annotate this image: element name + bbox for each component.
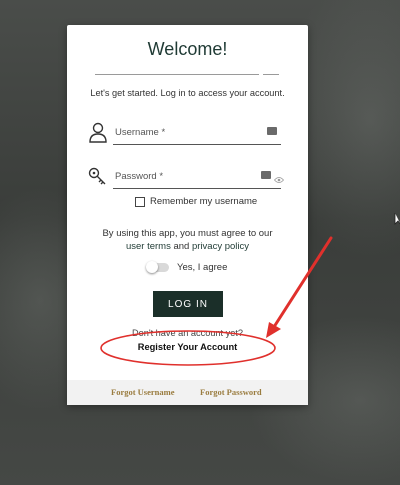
login-subtitle: Let's get started. Log in to access your… <box>90 88 285 98</box>
agree-toggle-knob[interactable] <box>146 261 158 273</box>
and-text: and <box>173 241 190 252</box>
privacy-policy-link[interactable]: privacy policy <box>192 241 249 252</box>
page-title: Welcome! <box>147 39 228 59</box>
login-card: Welcome! Let's get started. Log in to ac… <box>67 25 308 405</box>
password-placeholder: Password * <box>115 171 164 182</box>
eye-icon[interactable] <box>273 171 285 183</box>
agree-prefix: By using this app, you must agree to our <box>102 228 273 239</box>
username-placeholder: Username * <box>115 127 166 138</box>
key-icon <box>87 165 109 189</box>
user-icon <box>87 121 109 145</box>
username-field: Username * <box>87 121 283 147</box>
terms-agreement-text: By using this app, you must agree to our… <box>67 227 308 253</box>
remember-checkbox[interactable] <box>135 197 145 207</box>
login-button[interactable]: LOG IN <box>153 291 223 317</box>
card-footer: Forgot Username Forgot Password <box>67 380 308 405</box>
agree-toggle-label: Yes, I agree <box>177 262 228 273</box>
password-field: Password * <box>87 165 285 191</box>
user-terms-link[interactable]: user terms <box>126 241 171 252</box>
forgot-username-link[interactable]: Forgot Username <box>111 387 175 397</box>
mouse-cursor-icon <box>394 213 400 225</box>
username-input[interactable]: Username * <box>113 121 281 145</box>
no-account-text: Don't have an account yet? <box>131 328 244 338</box>
title-divider <box>95 74 259 75</box>
remember-label: Remember my username <box>150 196 258 207</box>
register-account-link[interactable]: Register Your Account <box>67 342 308 352</box>
keyboard-icon[interactable] <box>267 127 277 135</box>
forgot-password-link[interactable]: Forgot Password <box>200 387 262 397</box>
title-divider-short <box>263 74 279 75</box>
keyboard-icon[interactable] <box>261 171 271 179</box>
password-input[interactable]: Password * <box>113 165 285 189</box>
